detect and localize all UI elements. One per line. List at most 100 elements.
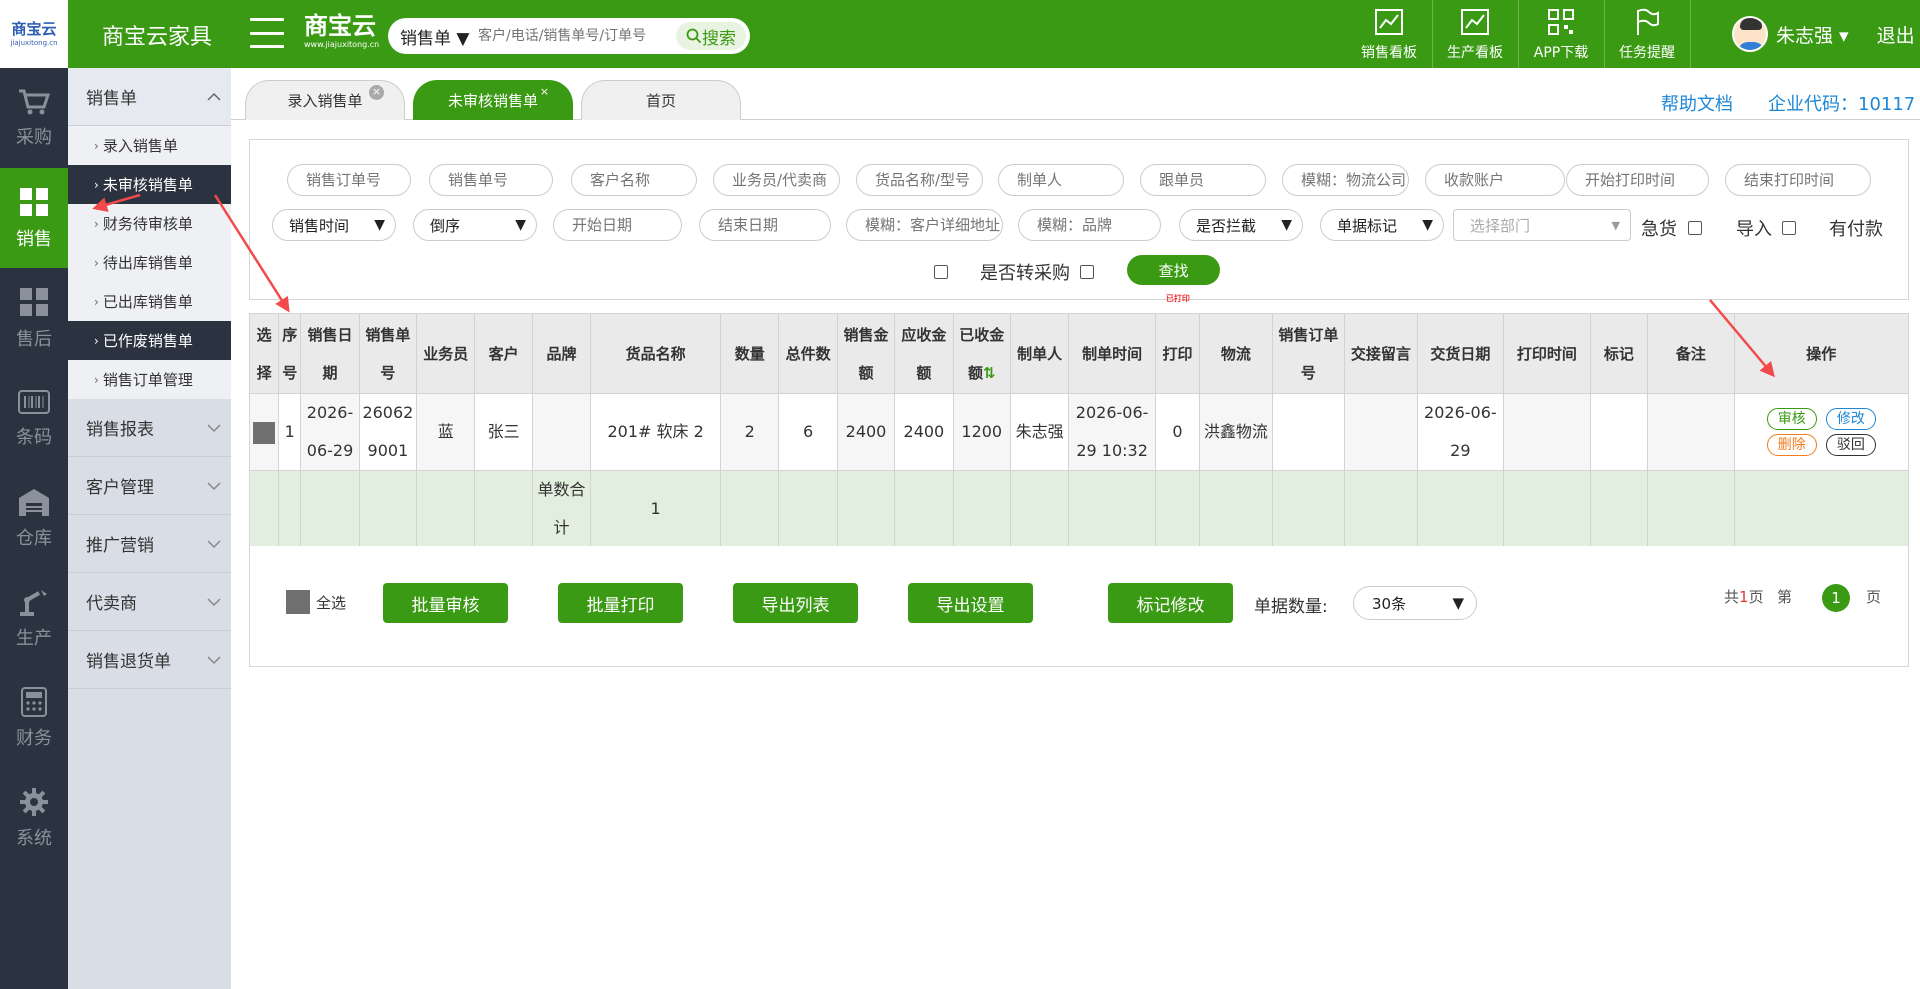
select-all-checkbox[interactable]	[286, 590, 310, 614]
import-checkbox[interactable]	[1782, 221, 1796, 235]
filter-account[interactable]	[1425, 164, 1565, 196]
subnav-group-marketing[interactable]: 推广营销	[68, 515, 231, 573]
rail-item-purchase[interactable]: 采购	[0, 68, 68, 168]
subnav-group-returns[interactable]: 销售退货单	[68, 631, 231, 689]
calculator-icon	[21, 687, 47, 717]
filter-intercept-select[interactable]: 是否拦截 ▼	[1179, 209, 1303, 241]
sort-icon[interactable]: ⇅	[983, 364, 996, 382]
filter-order-select[interactable]: 倒序 ▼	[413, 209, 537, 241]
tab-enter-order[interactable]: 录入销售单 ×	[245, 80, 405, 120]
summary-cell	[720, 470, 780, 548]
current-page[interactable]: 1	[1822, 584, 1850, 612]
close-icon[interactable]: ×	[537, 85, 552, 100]
batch-print-button[interactable]: 批量打印	[558, 583, 683, 623]
hamburger-menu-icon[interactable]	[250, 18, 284, 48]
filter-sort-field-select[interactable]: 销售时间 ▼	[272, 209, 396, 241]
col-received[interactable]: 已收金额⇅	[952, 313, 1011, 394]
summary-cell	[1503, 470, 1591, 548]
close-icon[interactable]: ×	[369, 85, 384, 100]
export-settings-button[interactable]: 导出设置	[908, 583, 1033, 623]
summary-cell	[1589, 470, 1649, 548]
to-purchase-checkbox[interactable]	[1080, 265, 1094, 279]
rail-item-sales[interactable]: 销售	[0, 168, 68, 268]
filter-end-date[interactable]	[699, 209, 831, 241]
sales-board-label: 销售看板	[1361, 45, 1417, 61]
col-receivable: 应收金额	[894, 313, 954, 394]
filter-department-select[interactable]: 选择部门 ▼	[1453, 209, 1631, 241]
subnav-item-unaudited-order[interactable]: › 未审核销售单	[68, 165, 231, 204]
chevron-right-icon: ›	[94, 216, 99, 231]
rail-item-production[interactable]: 生产	[0, 568, 68, 668]
filter-brand[interactable]	[1018, 209, 1161, 241]
task-reminder-button[interactable]: 任务提醒	[1604, 4, 1690, 64]
batch-audit-button[interactable]: 批量审核	[383, 583, 508, 623]
summary-cell	[1068, 470, 1156, 548]
summary-label: 单数合计	[531, 470, 592, 548]
filter-customer-address[interactable]	[846, 209, 1003, 241]
logo[interactable]: 商宝云 jiajuxitong.cn	[0, 0, 68, 68]
tab-home[interactable]: 首页	[581, 80, 741, 120]
filter-print-end[interactable]	[1725, 164, 1871, 196]
export-list-button[interactable]: 导出列表	[733, 583, 858, 623]
sales-board-button[interactable]: 销售看板	[1346, 4, 1432, 64]
filter-order-no[interactable]	[287, 164, 411, 196]
subnav-group-agents[interactable]: 代卖商	[68, 573, 231, 631]
subnav-item-voided[interactable]: › 已作废销售单	[68, 321, 231, 360]
page-size-select[interactable]: 30条 ▼	[1353, 586, 1477, 620]
subnav-item-outbound[interactable]: › 已出库销售单	[68, 282, 231, 321]
rail-item-system[interactable]: 系统	[0, 768, 68, 868]
filter-follower[interactable]	[1140, 164, 1266, 196]
find-button[interactable]: 查找	[1127, 255, 1220, 285]
rail-item-finance[interactable]: 财务	[0, 668, 68, 768]
edit-button[interactable]: 修改	[1825, 408, 1876, 430]
corp-code: 企业代码：10117	[1768, 94, 1916, 115]
rail-item-warehouse[interactable]: 仓库	[0, 468, 68, 568]
row-select-checkbox[interactable]	[253, 421, 276, 444]
cell-delivery: 2026-06-29	[1416, 393, 1505, 471]
audit-button[interactable]: 审核	[1766, 408, 1817, 430]
filter-maker[interactable]	[998, 164, 1124, 196]
urgent-checkbox[interactable]	[1688, 221, 1702, 235]
subnav-item-label: 财务待审核单	[102, 215, 193, 233]
rail-item-barcode[interactable]: 条码	[0, 368, 68, 468]
delete-button[interactable]: 删除	[1766, 434, 1817, 456]
subnav-group-sales-report[interactable]: 销售报表	[68, 399, 231, 457]
logout-link[interactable]: 退出	[1877, 21, 1915, 48]
boxes-icon	[20, 288, 48, 316]
cell-print: 0	[1154, 393, 1201, 471]
reject-button[interactable]: 驳回	[1825, 434, 1876, 456]
subnav-group-customers[interactable]: 客户管理	[68, 457, 231, 515]
user-menu[interactable]: 朱志强 ▾ 退出	[1732, 14, 1915, 54]
search-input[interactable]	[478, 28, 668, 44]
filter-sale-no[interactable]	[429, 164, 553, 196]
filter-mark-select[interactable]: 单据标记 ▼	[1320, 209, 1444, 241]
paid-checkbox[interactable]	[934, 265, 948, 279]
filter-salesman[interactable]	[713, 164, 840, 196]
cell-sale-no[interactable]: 260629001	[358, 393, 418, 471]
search-button[interactable]: 搜索	[676, 22, 746, 50]
rail-item-after-sales[interactable]: 售后	[0, 268, 68, 368]
subnav-item-enter-order[interactable]: › 录入销售单	[68, 126, 231, 165]
subnav-item-finance-pending[interactable]: › 财务待审核单	[68, 204, 231, 243]
cell-logistics: 洪鑫物流	[1199, 393, 1273, 471]
tab-unaudited-order[interactable]: 未审核销售单 ×	[413, 80, 573, 120]
filter-customer[interactable]	[571, 164, 697, 196]
select-all-label[interactable]: 全选	[316, 592, 346, 613]
cell-salesman: 蓝	[416, 393, 476, 471]
search-type-select[interactable]: 销售单 ▼	[388, 24, 478, 49]
app-download-button[interactable]: APP下载	[1518, 4, 1604, 64]
production-board-button[interactable]: 生产看板	[1432, 4, 1518, 64]
mark-edit-button[interactable]: 标记修改	[1108, 583, 1233, 623]
subnav-item-order-management[interactable]: › 销售订单管理	[68, 360, 231, 399]
help-doc-link[interactable]: 帮助文档	[1661, 90, 1733, 116]
filter-print-start[interactable]	[1566, 164, 1709, 196]
summary-count: 1	[590, 470, 722, 548]
filter-goods[interactable]	[856, 164, 983, 196]
filter-logistics[interactable]	[1282, 164, 1409, 196]
subnav-item-pending-outbound[interactable]: › 待出库销售单	[68, 243, 231, 282]
subnav-group-sales-order[interactable]: 销售单	[68, 68, 231, 126]
filter-start-date[interactable]	[553, 209, 682, 241]
rail-label: 条码	[16, 427, 52, 448]
page-size-label: 单据数量:	[1254, 597, 1328, 617]
subnav-item-label: 已作废销售单	[102, 332, 193, 350]
